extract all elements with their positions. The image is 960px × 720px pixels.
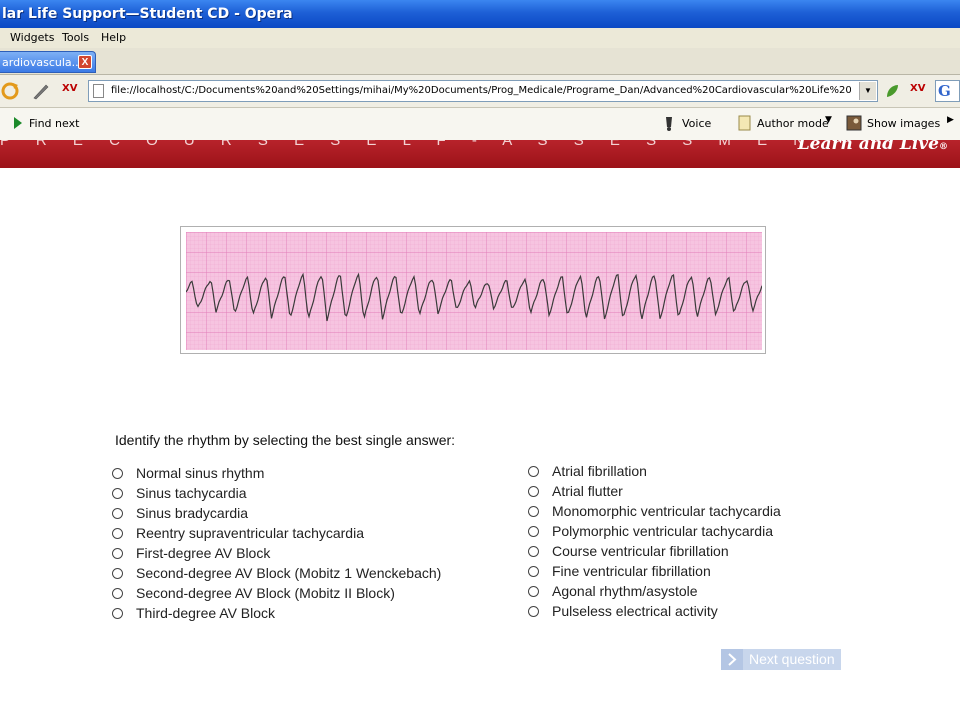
tab-label: ardiovascula... [2, 56, 83, 69]
answer-label: Pulseless electrical activity [552, 603, 718, 619]
answer-label: Third-degree AV Block [136, 605, 276, 621]
address-dropdown-icon[interactable]: ▼ [859, 82, 876, 100]
question-prompt: Identify the rhythm by selecting the bes… [115, 432, 456, 448]
chevron-right-icon [721, 649, 743, 670]
answer-label: Atrial flutter [552, 483, 623, 499]
radio-button[interactable] [528, 506, 539, 517]
voice-button[interactable]: Voice [682, 117, 711, 130]
page-icon [93, 84, 104, 98]
radio-button[interactable] [112, 508, 123, 519]
tab-bar: ardiovascula... X [0, 48, 960, 75]
radio-button[interactable] [528, 466, 539, 477]
ecg-image [186, 232, 762, 350]
voice-icon [666, 117, 672, 131]
radio-button[interactable] [112, 488, 123, 499]
more-toolbar-icon[interactable]: ▶ [947, 115, 954, 125]
author-mode-button[interactable]: Author mode [757, 117, 829, 130]
ecg-strip [180, 226, 766, 354]
tab-acls[interactable]: ardiovascula... X [0, 51, 96, 73]
author-mode-icon [738, 115, 751, 131]
search-input[interactable]: G [935, 80, 960, 102]
radio-button[interactable] [112, 588, 123, 599]
answer-label: Sinus bradycardia [136, 505, 249, 521]
pen-icon[interactable] [32, 82, 50, 100]
find-next-button[interactable]: Find next [29, 117, 79, 130]
radio-button[interactable] [112, 468, 123, 479]
address-input[interactable]: file://localhost/C:/Documents%20and%20Se… [88, 80, 878, 102]
leaf-icon[interactable] [884, 83, 900, 99]
answer-label: Fine ventricular fibrillation [552, 563, 711, 579]
radio-button[interactable] [528, 546, 539, 557]
menu-tools[interactable]: Tools [62, 31, 89, 44]
menu-widgets[interactable]: Widgets [10, 31, 54, 44]
next-question-label: Next question [749, 651, 835, 667]
window-title: lar Life Support—Student CD - Opera [2, 6, 293, 22]
google-icon: G [938, 82, 951, 100]
radio-button[interactable] [528, 586, 539, 597]
radio-button[interactable] [528, 526, 539, 537]
address-url: file://localhost/C:/Documents%20and%20Se… [111, 85, 851, 96]
xv-search-button[interactable]: XV [910, 83, 925, 94]
radio-button[interactable] [528, 486, 539, 497]
radio-button[interactable] [112, 548, 123, 559]
answer-label: Sinus tachycardia [136, 485, 247, 501]
answer-label: Agonal rhythm/asystole [552, 583, 698, 599]
answer-label: Polymorphic ventricular tachycardia [552, 523, 773, 539]
menu-bar: Widgets Tools Help [0, 28, 960, 48]
answer-label: Atrial fibrillation [552, 463, 647, 479]
answer-label: First-degree AV Block [136, 545, 271, 561]
show-images-button[interactable]: Show images [867, 117, 940, 130]
find-arrow-icon [14, 117, 22, 129]
answer-label: Course ventricular fibrillation [552, 543, 729, 559]
show-images-icon [846, 115, 862, 131]
address-toolbar: XV file://localhost/C:/Documents%20and%2… [0, 75, 960, 108]
answer-label: Reentry supraventricular tachycardia [136, 525, 364, 541]
reload-icon[interactable] [0, 81, 20, 101]
next-question-button[interactable]: Next question [721, 649, 841, 670]
brand-slogan: Learn and Live® [797, 140, 948, 154]
course-banner: P R E C O U R S E S E L F - A S S E S S … [0, 140, 960, 168]
close-tab-icon[interactable]: X [78, 55, 92, 69]
radio-button[interactable] [112, 528, 123, 539]
window-title-bar: lar Life Support—Student CD - Opera [0, 0, 960, 28]
find-toolbar: Find next Voice Author mode ▼ Show image… [0, 108, 960, 141]
banner-title: P R E C O U R S E S E L F - A S S E S S … [0, 140, 851, 149]
radio-button[interactable] [112, 568, 123, 579]
answer-label: Normal sinus rhythm [136, 465, 265, 481]
author-mode-dropdown-icon[interactable]: ▼ [825, 115, 832, 125]
answer-label: Second-degree AV Block (Mobitz 1 Wenckeb… [136, 565, 442, 581]
radio-button[interactable] [528, 606, 539, 617]
radio-button[interactable] [528, 566, 539, 577]
answer-label: Second-degree AV Block (Mobitz II Block) [136, 585, 395, 601]
radio-button[interactable] [112, 608, 123, 619]
xv-button[interactable]: XV [62, 83, 77, 94]
answer-label: Monomorphic ventricular tachycardia [552, 503, 781, 519]
menu-help[interactable]: Help [101, 31, 126, 44]
